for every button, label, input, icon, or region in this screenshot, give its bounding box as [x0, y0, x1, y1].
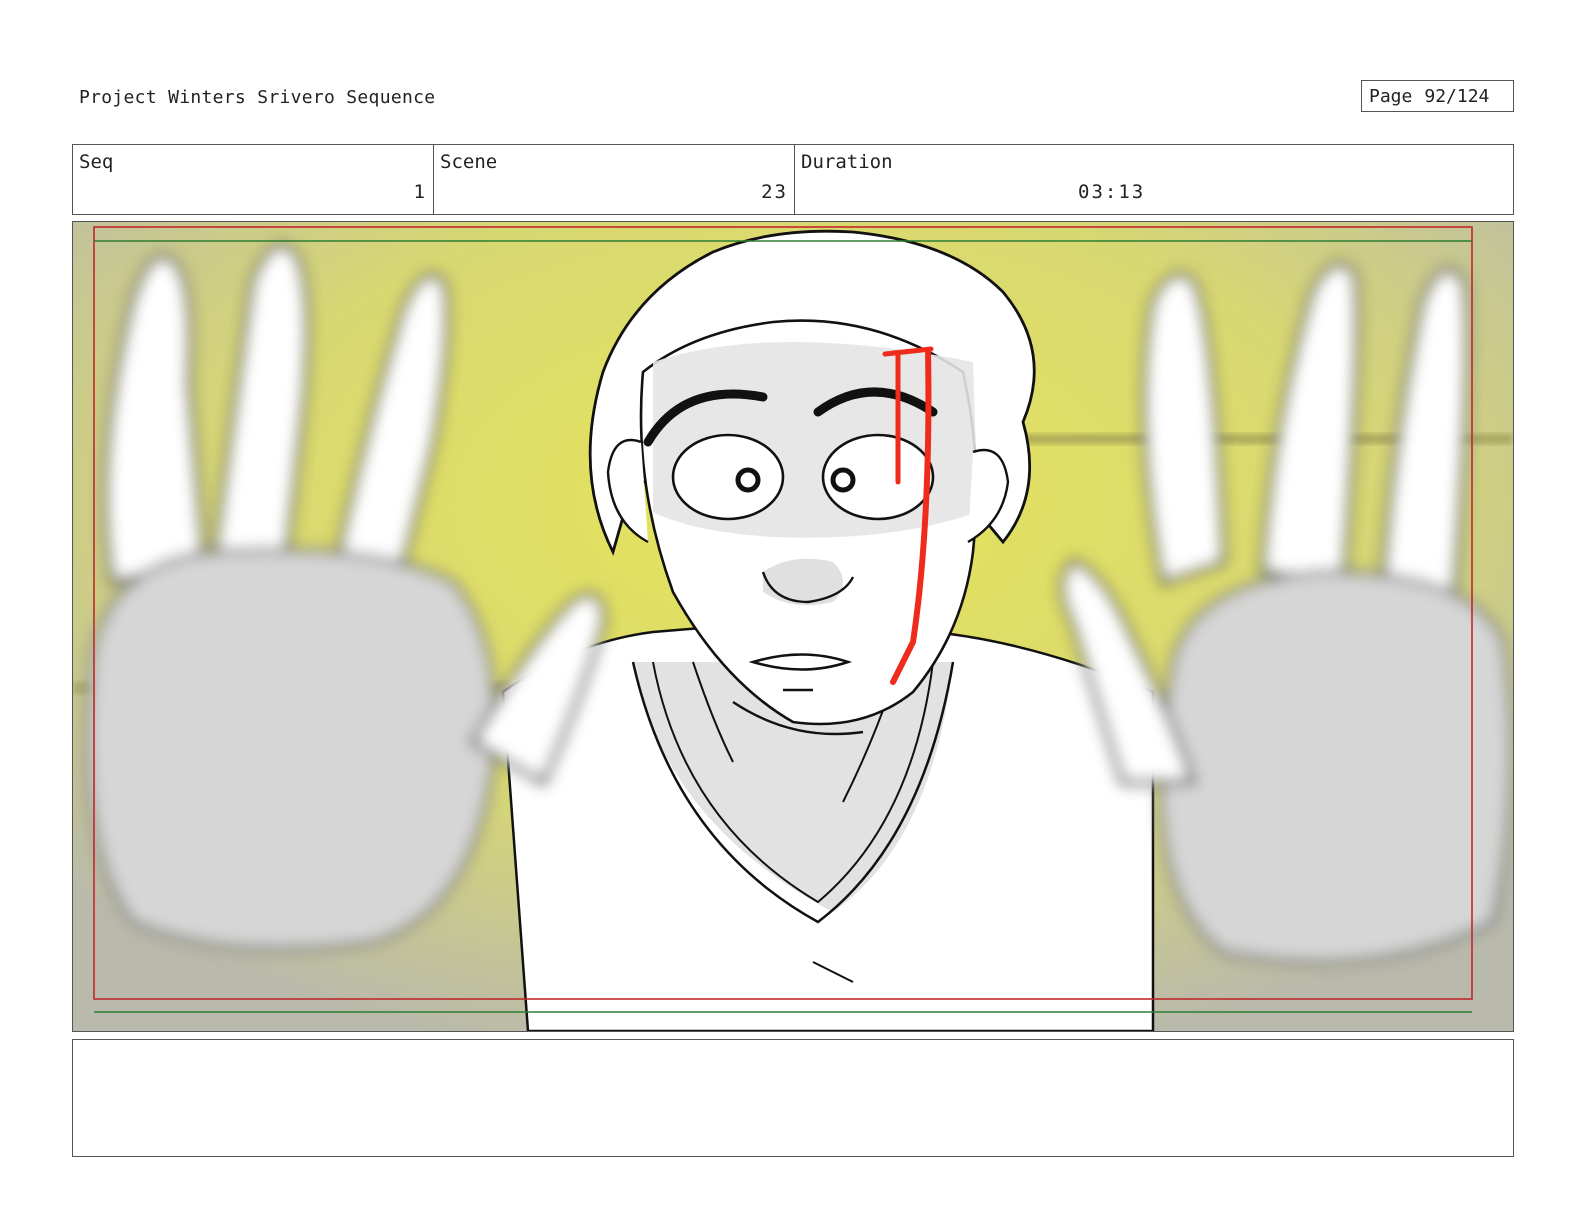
scene-value: 23	[761, 181, 788, 203]
duration-cell: Duration 03:13	[795, 145, 1513, 214]
project-title: Project Winters Srivero Sequence	[79, 87, 436, 108]
seq-label: Seq	[79, 151, 114, 173]
seq-value: 1	[413, 181, 427, 203]
duration-label: Duration	[801, 151, 893, 173]
scene-cell: Scene 23	[434, 145, 795, 214]
page-indicator: Page 92/124	[1361, 80, 1514, 112]
page-label: Page	[1369, 85, 1413, 107]
shot-info-row: Seq 1 Scene 23 Duration 03:13	[72, 144, 1514, 215]
seq-cell: Seq 1	[73, 145, 434, 214]
page-number: 92/124	[1424, 85, 1490, 107]
storyboard-drawing	[73, 222, 1513, 1031]
storyboard-panel	[72, 221, 1514, 1032]
duration-value: 03:13	[1078, 181, 1146, 203]
notes-box	[72, 1039, 1514, 1157]
scene-label: Scene	[440, 151, 498, 173]
